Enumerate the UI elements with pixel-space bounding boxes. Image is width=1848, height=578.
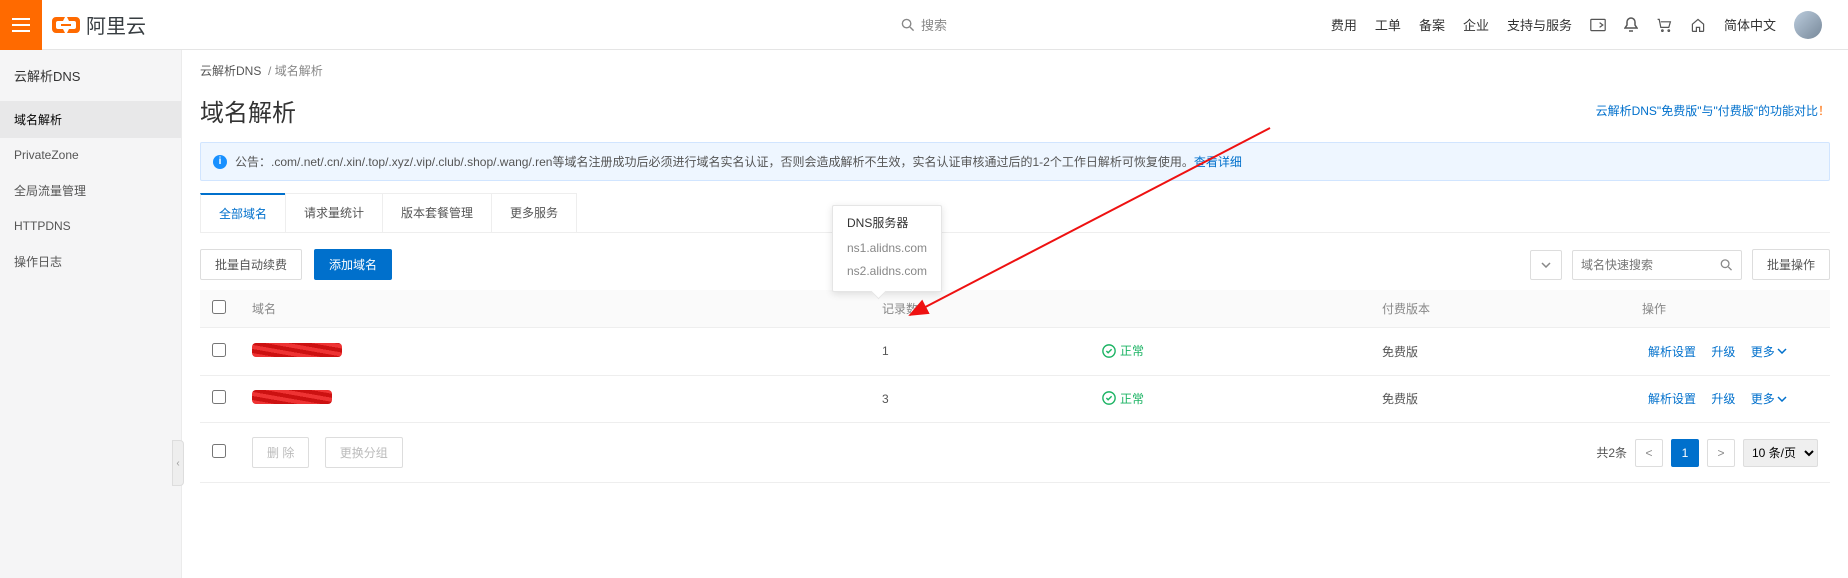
action-more[interactable]: 更多 xyxy=(1751,343,1787,360)
notice-link[interactable]: 查看详细 xyxy=(1194,153,1242,170)
page-next[interactable]: > xyxy=(1707,439,1735,467)
regroup-button[interactable]: 更换分组 xyxy=(325,437,403,468)
breadcrumb-current: 域名解析 xyxy=(275,64,323,78)
nav-support[interactable]: 支持与服务 xyxy=(1507,15,1572,34)
notice-text: .com/.net/.cn/.xin/.top/.xyz/.vip/.club/… xyxy=(271,153,1194,170)
tooltip-title: DNS服务器 xyxy=(847,214,927,231)
sidebar-title: 云解析DNS xyxy=(0,50,181,101)
bulk-op-button[interactable]: 批量操作 xyxy=(1752,249,1830,280)
group-dropdown[interactable] xyxy=(1530,250,1562,280)
th-records: 记录数 xyxy=(870,290,1090,328)
select-all-checkbox[interactable] xyxy=(212,300,226,314)
cart-icon[interactable] xyxy=(1656,17,1672,33)
sidebar-item-gtm[interactable]: 全局流量管理 xyxy=(0,172,181,209)
plan-cell: 免费版 xyxy=(1370,375,1630,423)
domain-search-input[interactable] xyxy=(1572,250,1742,280)
nav-ticket[interactable]: 工单 xyxy=(1375,15,1401,34)
action-resolve[interactable]: 解析设置 xyxy=(1648,345,1696,359)
brand-text: 阿里云 xyxy=(86,10,146,39)
tooltip-item: ns1.alidns.com xyxy=(847,237,927,260)
action-upgrade[interactable]: 升级 xyxy=(1711,345,1735,359)
breadcrumb-root[interactable]: 云解析DNS xyxy=(200,64,261,78)
search-placeholder: 搜索 xyxy=(921,15,947,34)
sidebar-item-privatezone[interactable]: PrivateZone xyxy=(0,138,181,172)
status-cell: 正常 xyxy=(1102,342,1144,359)
plan-cell: 免费版 xyxy=(1370,328,1630,376)
sidebar-item-domain-resolve[interactable]: 域名解析 xyxy=(0,101,181,138)
nav-billing[interactable]: 费用 xyxy=(1331,15,1357,34)
console-icon[interactable] xyxy=(1590,18,1606,32)
page-size-select[interactable]: 10 条/页 xyxy=(1743,439,1818,467)
menu-toggle[interactable] xyxy=(0,0,42,50)
info-icon: i xyxy=(213,155,227,169)
bulk-renew-button[interactable]: 批量自动续费 xyxy=(200,249,302,280)
add-domain-button[interactable]: 添加域名 xyxy=(314,249,392,280)
action-resolve[interactable]: 解析设置 xyxy=(1648,392,1696,406)
brand-logo[interactable]: 阿里云 xyxy=(52,10,146,39)
nav-language[interactable]: 简体中文 xyxy=(1724,15,1776,34)
tab-more-services[interactable]: 更多服务 xyxy=(491,193,577,232)
notification-icon[interactable] xyxy=(1624,17,1638,33)
th-ops: 操作 xyxy=(1630,290,1830,328)
sidebar-item-httpdns[interactable]: HTTPDNS xyxy=(0,209,181,243)
notice-bar: i 公告： .com/.net/.cn/.xin/.top/.xyz/.vip/… xyxy=(200,142,1830,181)
compare-link[interactable]: 云解析DNS"免费版"与"付费版"的功能对比！ xyxy=(1596,102,1830,119)
notice-prefix: 公告： xyxy=(235,153,271,170)
row-checkbox[interactable] xyxy=(212,343,226,357)
page-current[interactable]: 1 xyxy=(1671,439,1699,467)
table-row: 3 正常 免费版 解析设置 升级 更多 xyxy=(200,375,1830,423)
action-upgrade[interactable]: 升级 xyxy=(1711,392,1735,406)
delete-button[interactable]: 删 除 xyxy=(252,437,309,468)
action-more[interactable]: 更多 xyxy=(1751,390,1787,407)
domain-cell[interactable] xyxy=(252,390,332,404)
sidebar-item-oplog[interactable]: 操作日志 xyxy=(0,243,181,280)
table-row: 1 正常 免费版 解析设置 升级 更多 xyxy=(200,328,1830,376)
nav-icp[interactable]: 备案 xyxy=(1419,15,1445,34)
footer-select-all[interactable] xyxy=(212,444,226,458)
page-title: 域名解析 xyxy=(200,93,296,128)
pagination-total: 共2条 xyxy=(1596,444,1627,461)
th-domain: 域名 xyxy=(240,290,870,328)
records-cell: 1 xyxy=(870,328,1090,376)
search-icon xyxy=(1720,258,1733,272)
status-cell: 正常 xyxy=(1102,390,1144,407)
tab-version-plan[interactable]: 版本套餐管理 xyxy=(382,193,492,232)
dns-server-tooltip: DNS服务器 ns1.alidns.com ns2.alidns.com xyxy=(832,205,942,292)
nav-enterprise[interactable]: 企业 xyxy=(1463,15,1489,34)
tab-all-domains[interactable]: 全部域名 xyxy=(200,193,286,232)
tab-request-stats[interactable]: 请求量统计 xyxy=(285,193,383,232)
avatar[interactable] xyxy=(1794,11,1822,39)
page-prev[interactable]: < xyxy=(1635,439,1663,467)
breadcrumb: 云解析DNS / 域名解析 xyxy=(200,62,1830,79)
domain-cell[interactable] xyxy=(252,343,342,357)
records-cell: 3 xyxy=(870,375,1090,423)
tooltip-item: ns2.alidns.com xyxy=(847,260,927,283)
row-checkbox[interactable] xyxy=(212,390,226,404)
home-icon[interactable] xyxy=(1690,17,1706,33)
global-search[interactable]: 搜索 xyxy=(901,15,947,34)
th-plan: 付费版本 xyxy=(1370,290,1630,328)
